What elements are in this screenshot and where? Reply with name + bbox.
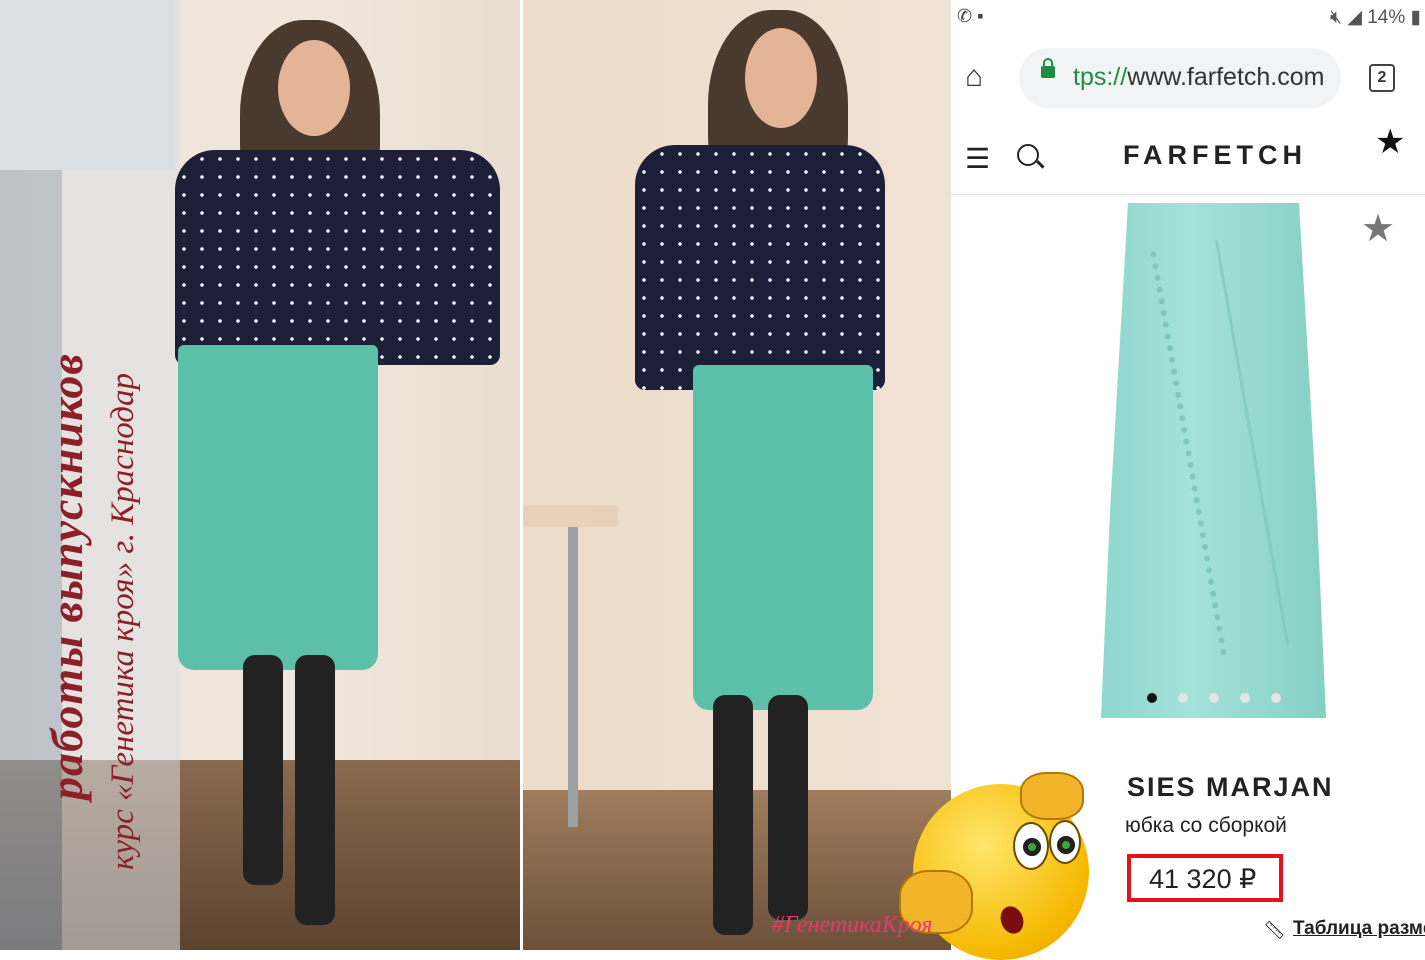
url-text[interactable]: tps://www.farfetch.com xyxy=(1073,63,1324,92)
ruler-icon: 📏︎ xyxy=(1263,920,1286,940)
whatsapp-icon: ✆ ▪ xyxy=(957,6,984,26)
graduate-works-title: работы выпускников xyxy=(41,353,92,800)
menu-icon[interactable]: ☰ xyxy=(965,142,990,175)
site-header: ☰ FARFETCH ★ xyxy=(951,120,1425,195)
student-photo-middle xyxy=(523,0,951,950)
leg xyxy=(713,695,753,935)
face xyxy=(745,28,817,128)
battery-icon: ▮ xyxy=(1410,7,1421,28)
surprised-emoji-icon xyxy=(899,772,1105,960)
emoji-eye xyxy=(1013,822,1049,870)
home-icon[interactable]: ⌂ xyxy=(965,60,983,94)
wishlist-star-icon[interactable]: ★ xyxy=(1375,122,1405,162)
product-price: 41 320 ₽ xyxy=(1149,864,1257,894)
tab-switcher-button[interactable]: 2 xyxy=(1369,64,1395,92)
mute-icon: 🔇︎ xyxy=(1330,7,1343,28)
product-brand[interactable]: SIES MARJAN xyxy=(1127,772,1334,803)
hashtag-watermark: #ГенетикаКроя xyxy=(772,912,933,938)
browser-toolbar: ⌂ tps://www.farfetch.com 2 xyxy=(951,34,1425,118)
student-photo-left: работы выпускников курс «Генетика кроя» … xyxy=(0,0,520,950)
carousel-dot[interactable] xyxy=(1209,693,1219,703)
size-table-link[interactable]: Таблица разме xyxy=(1293,918,1425,940)
lock-icon xyxy=(1041,58,1055,78)
table-leg xyxy=(568,527,578,827)
polka-dot-blazer xyxy=(175,150,500,365)
polka-dot-blazer xyxy=(635,145,885,390)
course-subtitle: курс «Генетика кроя» г. Краснодар xyxy=(105,373,141,870)
status-bar: ✆ ▪ 🔇︎ ◢ 14% ▮ xyxy=(951,0,1425,34)
carousel-dot[interactable] xyxy=(1271,693,1281,703)
emoji-mouth xyxy=(996,903,1028,937)
face xyxy=(278,40,350,136)
image-carousel-dots xyxy=(1147,690,1302,708)
emoji-hand xyxy=(1020,772,1084,820)
site-logo[interactable]: FARFETCH xyxy=(1123,140,1307,171)
carousel-dot[interactable] xyxy=(1147,693,1157,703)
add-to-wishlist-star-icon[interactable]: ★ xyxy=(1361,206,1395,251)
table xyxy=(523,505,618,527)
product-name: юбка со сборкой xyxy=(1125,814,1287,837)
carousel-dot[interactable] xyxy=(1240,693,1250,703)
battery-percent: 14% xyxy=(1367,7,1406,28)
leg xyxy=(295,655,335,925)
product-image[interactable] xyxy=(1101,203,1326,718)
mint-skirt xyxy=(178,345,378,670)
search-icon[interactable] xyxy=(1017,144,1039,166)
price-highlight-box: 41 320 ₽ xyxy=(1127,854,1283,902)
signal-icon: ◢ xyxy=(1347,7,1362,28)
leg xyxy=(243,655,283,885)
leg xyxy=(768,695,808,920)
carousel-dot[interactable] xyxy=(1178,693,1188,703)
emoji-eye xyxy=(1049,820,1081,864)
status-right: 🔇︎ ◢ 14% ▮ xyxy=(1330,6,1421,29)
mint-skirt xyxy=(693,365,873,710)
sewing-collage-image xyxy=(0,0,175,170)
address-bar[interactable]: tps://www.farfetch.com xyxy=(1019,48,1341,108)
